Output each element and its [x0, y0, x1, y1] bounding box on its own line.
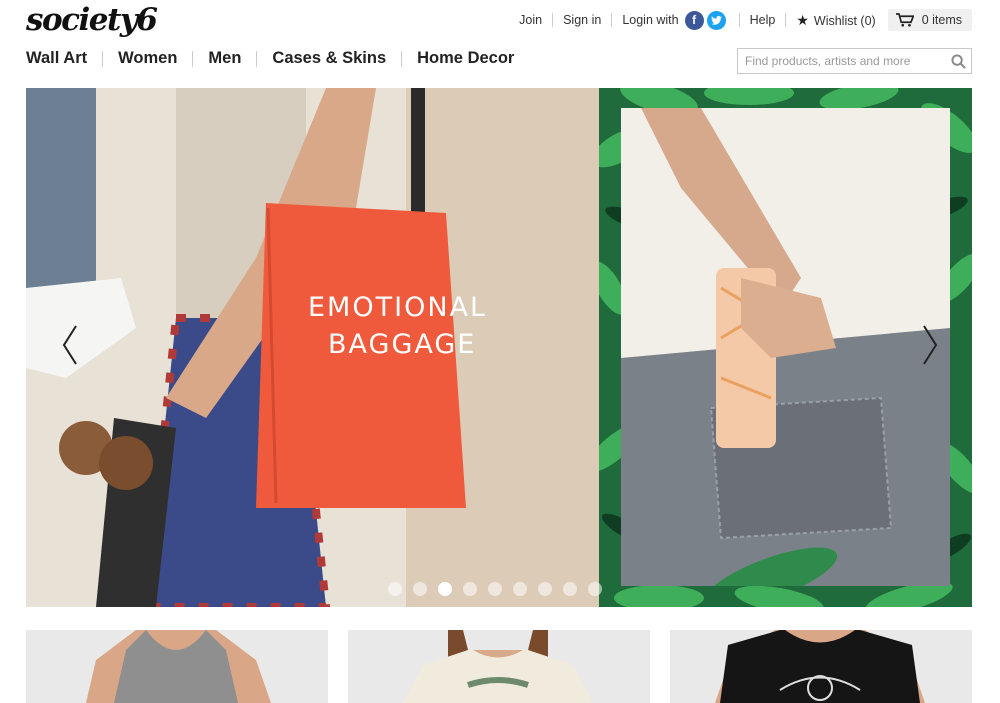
search-box: [737, 48, 972, 74]
cart-count-label: 0 items: [921, 13, 962, 27]
site-logo[interactable]: society6: [26, 2, 158, 38]
wishlist-link[interactable]: ★ Wishlist (0): [796, 12, 875, 29]
login-with-label: Login with: [622, 13, 679, 27]
phone-case-photo: [621, 108, 950, 586]
join-link[interactable]: Join: [519, 13, 542, 27]
carousel-dot-4[interactable]: [463, 582, 477, 596]
carousel-next-button[interactable]: [914, 320, 944, 370]
divider: [401, 50, 403, 67]
product-card-tank-top[interactable]: [26, 630, 328, 703]
nav-item-women[interactable]: Women: [118, 49, 177, 68]
product-card-t-shirt[interactable]: [348, 630, 650, 703]
divider: [192, 50, 194, 67]
divider: [785, 13, 787, 27]
product-card-muscle-tank[interactable]: [670, 630, 972, 703]
cart-button[interactable]: 0 items: [887, 9, 972, 31]
twitter-icon[interactable]: [706, 10, 726, 30]
star-icon: ★: [796, 11, 809, 28]
product-grid: [26, 630, 972, 703]
carousel-dot-3-active[interactable]: [438, 582, 452, 596]
nav-item-men[interactable]: Men: [208, 49, 241, 68]
muscle-tank-image: [670, 630, 972, 703]
carousel-dot-6[interactable]: [513, 582, 527, 596]
chevron-left-icon: [62, 325, 77, 365]
social-login: f: [684, 10, 729, 30]
cart-icon: [895, 13, 914, 27]
carousel-dot-8[interactable]: [563, 582, 577, 596]
carousel-dot-2[interactable]: [413, 582, 427, 596]
sign-in-link[interactable]: Sign in: [563, 13, 601, 27]
divider: [256, 50, 258, 67]
carousel-dot-5[interactable]: [488, 582, 502, 596]
divider: [738, 13, 740, 27]
hero-carousel: EMOTIONAL BAGGAGE: [26, 88, 972, 607]
wishlist-label: Wishlist (0): [813, 13, 876, 28]
divider: [552, 13, 554, 27]
tote-photo: EMOTIONAL BAGGAGE: [26, 88, 599, 607]
facebook-icon[interactable]: f: [684, 10, 704, 30]
divider: [611, 13, 613, 27]
divider: [102, 50, 104, 67]
carousel-prev-button[interactable]: [56, 320, 86, 370]
tote-text-line1: EMOTIONAL: [308, 292, 487, 323]
carousel-dot-1[interactable]: [388, 582, 402, 596]
help-link[interactable]: Help: [750, 13, 776, 27]
carousel-dot-7[interactable]: [538, 582, 552, 596]
hero-slide-tote[interactable]: EMOTIONAL BAGGAGE: [26, 88, 599, 607]
nav-item-cases-skins[interactable]: Cases & Skins: [272, 49, 386, 68]
search-input[interactable]: [738, 49, 945, 73]
search-icon[interactable]: [945, 49, 971, 73]
chevron-right-icon: [923, 325, 938, 365]
account-bar: Join Sign in Login with f Help ★ Wishlist…: [519, 8, 972, 32]
carousel-dot-9[interactable]: [588, 582, 602, 596]
t-shirt-image: [348, 630, 650, 703]
carousel-pagination: [388, 582, 613, 596]
main-nav: Wall Art Women Men Cases & Skins Home De…: [26, 49, 514, 68]
nav-item-home-decor[interactable]: Home Decor: [417, 49, 514, 68]
tote-text-line2: BAGGAGE: [328, 329, 476, 360]
nav-item-wall-art[interactable]: Wall Art: [26, 49, 87, 68]
tank-top-image: [26, 630, 328, 703]
